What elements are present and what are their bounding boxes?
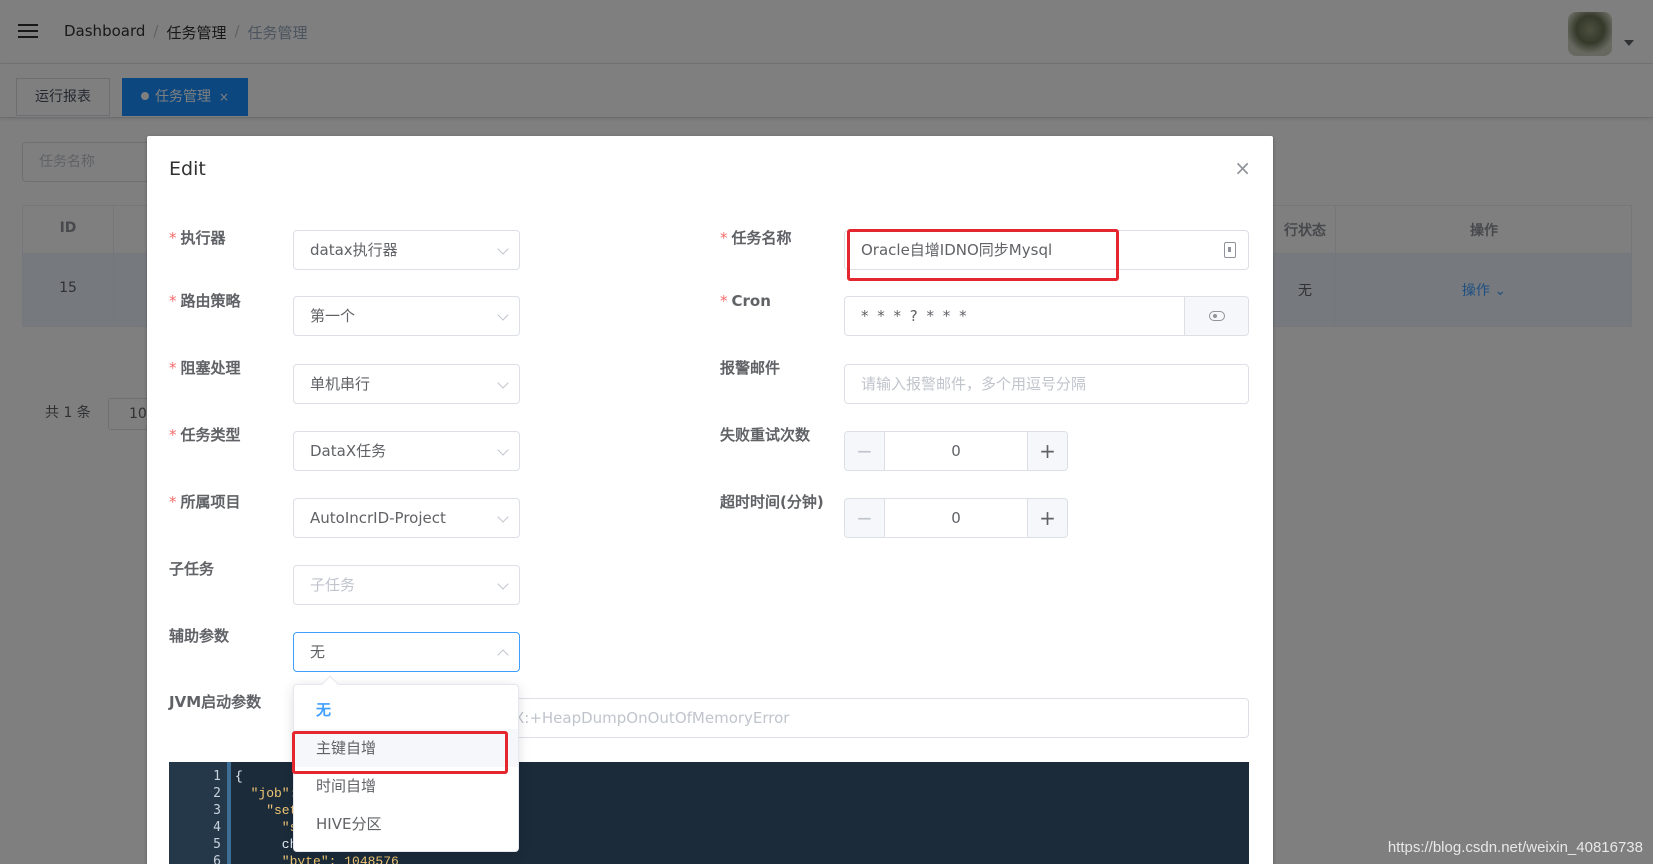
- timeout-stepper: − 0 +: [844, 498, 1068, 538]
- task-type-select[interactable]: DataX任务: [293, 431, 520, 471]
- close-icon[interactable]: ×: [1234, 156, 1251, 180]
- line-numbers: 1 2 3 4 5 6: [169, 762, 227, 864]
- label-aux-param: 辅助参数: [169, 627, 230, 645]
- cron-input[interactable]: * * * ? * * *: [844, 296, 1249, 336]
- increment-button[interactable]: +: [1027, 432, 1067, 470]
- option-none[interactable]: 无: [294, 691, 518, 729]
- route-strategy-select[interactable]: 第一个: [293, 296, 520, 336]
- label-timeout: 超时时间(分钟): [720, 493, 824, 511]
- project-select[interactable]: AutoIncrID-Project: [293, 498, 520, 538]
- retry-count-stepper: − 0 +: [844, 431, 1068, 471]
- label-subtask: 子任务: [169, 560, 215, 578]
- executor-select[interactable]: datax执行器: [293, 230, 520, 270]
- highlight-box: [292, 731, 508, 774]
- decrement-button[interactable]: −: [845, 499, 885, 537]
- highlight-box: [847, 229, 1119, 281]
- label-block: * 阻塞处理: [169, 359, 241, 377]
- label-route: * 路由策略: [169, 292, 241, 310]
- label-retry: 失败重试次数: [720, 426, 811, 444]
- option-hive-partition[interactable]: HIVE分区: [294, 805, 518, 843]
- toggle-icon: [1209, 311, 1225, 321]
- chevron-down-icon: [497, 309, 509, 321]
- watermark: https://blog.csdn.net/weixin_40816738: [1387, 839, 1643, 856]
- label-cron: * Cron: [720, 292, 771, 310]
- label-alarm-email: 报警邮件: [720, 359, 781, 377]
- chevron-down-icon: [497, 511, 509, 523]
- alarm-email-input[interactable]: 请输入报警邮件，多个用逗号分隔: [844, 364, 1249, 404]
- increment-button[interactable]: +: [1027, 499, 1067, 537]
- chevron-down-icon: [497, 377, 509, 389]
- dialog-title: Edit: [169, 158, 206, 180]
- contact-card-icon: [1224, 242, 1236, 258]
- subtask-select[interactable]: 子任务: [293, 565, 520, 605]
- aux-param-select[interactable]: 无: [293, 632, 520, 672]
- label-jvm: JVM启动参数: [169, 693, 262, 711]
- label-task-name: * 任务名称: [720, 229, 792, 247]
- chevron-down-icon: [497, 243, 509, 255]
- chevron-up-icon: [497, 649, 509, 661]
- timeout-value[interactable]: 0: [885, 499, 1027, 537]
- decrement-button[interactable]: −: [845, 432, 885, 470]
- label-project: * 所属项目: [169, 493, 241, 511]
- block-strategy-select[interactable]: 单机串行: [293, 364, 520, 404]
- retry-count-value[interactable]: 0: [885, 432, 1027, 470]
- chevron-down-icon: [497, 444, 509, 456]
- label-task-type: * 任务类型: [169, 426, 241, 444]
- cron-generator-button[interactable]: [1184, 297, 1248, 335]
- label-executor: * 执行器: [169, 229, 226, 247]
- chevron-down-icon: [497, 578, 509, 590]
